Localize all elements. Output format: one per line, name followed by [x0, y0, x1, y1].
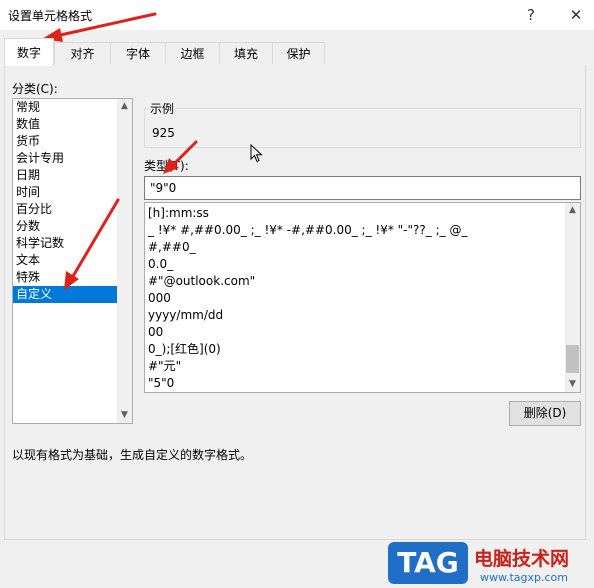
watermark-url: www.tagxp.com	[480, 571, 568, 584]
sample-label: 示例	[148, 100, 177, 117]
category-label: 分类(C):	[12, 82, 58, 96]
category-item[interactable]: 文本	[13, 252, 119, 269]
title-bar: 设置单元格格式 ? ✕	[0, 0, 594, 30]
format-item[interactable]: #"@outlook.com"	[145, 273, 580, 290]
format-list[interactable]: [h]:mm:ss _ !¥* #,##0.00_ ;_ !¥* -#,##0.0…	[144, 202, 581, 393]
close-button[interactable]: ✕	[564, 3, 588, 27]
scroll-thumb[interactable]	[566, 345, 579, 373]
type-input[interactable]: "9"0	[144, 176, 581, 200]
format-item[interactable]: #"元"	[145, 358, 580, 375]
mouse-pointer-icon	[250, 144, 263, 163]
tab-fill[interactable]: 填充	[219, 42, 273, 64]
category-item[interactable]: 分数	[13, 218, 119, 235]
tab-number[interactable]: 数字	[4, 38, 54, 66]
tab-alignment[interactable]: 对齐	[54, 42, 111, 64]
format-scrollbar[interactable]: ▲ ▼	[565, 203, 580, 392]
category-item[interactable]: 常规	[13, 99, 119, 116]
format-item[interactable]: 00	[145, 324, 580, 341]
type-label: 类型(T):	[144, 159, 189, 173]
watermark-site-name: 电脑技术网	[474, 548, 570, 570]
category-item[interactable]: 会计专用	[13, 150, 119, 167]
format-item[interactable]: "5"0	[145, 375, 580, 392]
tab-border[interactable]: 边框	[165, 42, 220, 64]
sample-value: 925	[152, 126, 175, 140]
dialog-title: 设置单元格格式	[8, 9, 93, 23]
chevron-up-icon[interactable]: ▲	[565, 203, 580, 218]
tab-protection[interactable]: 保护	[272, 42, 325, 64]
format-item[interactable]: 000	[145, 290, 580, 307]
watermark-logo: TAG	[388, 542, 468, 584]
category-item[interactable]: 自定义	[13, 286, 119, 303]
format-item[interactable]: _ !¥* #,##0.00_ ;_ !¥* -#,##0.00_ ;_ !¥*…	[145, 222, 580, 239]
chevron-up-icon[interactable]: ▲	[117, 99, 132, 114]
format-item[interactable]: 0_);[红色](0)	[145, 341, 580, 358]
format-item[interactable]: [h]:mm:ss	[145, 205, 580, 222]
category-item[interactable]: 数值	[13, 116, 119, 133]
format-item[interactable]: 0.0_	[145, 256, 580, 273]
format-item[interactable]: yyyy/mm/dd	[145, 307, 580, 324]
category-item[interactable]: 日期	[13, 167, 119, 184]
category-scrollbar[interactable]: ▲ ▼	[117, 99, 132, 423]
chevron-down-icon[interactable]: ▼	[117, 408, 132, 423]
category-item[interactable]: 时间	[13, 184, 119, 201]
format-item[interactable]: #,##0_	[145, 239, 580, 256]
tab-font[interactable]: 字体	[110, 42, 166, 64]
category-item[interactable]: 科学记数	[13, 235, 119, 252]
delete-button[interactable]: 删除(D)	[509, 401, 581, 426]
description-text: 以现有格式为基础，生成自定义的数字格式。	[12, 448, 253, 462]
chevron-down-icon[interactable]: ▼	[565, 377, 580, 392]
category-item[interactable]: 特殊	[13, 269, 119, 286]
category-item[interactable]: 百分比	[13, 201, 119, 218]
category-item[interactable]: 货币	[13, 133, 119, 150]
help-button[interactable]: ?	[519, 3, 543, 27]
watermark: TAG 电脑技术网 www.tagxp.com	[386, 540, 594, 588]
category-list[interactable]: 常规 数值 货币 会计专用 日期 时间 百分比 分数 科学记数 文本 特殊 自定义 ▲ ▼	[12, 98, 133, 424]
sample-group	[144, 108, 581, 148]
